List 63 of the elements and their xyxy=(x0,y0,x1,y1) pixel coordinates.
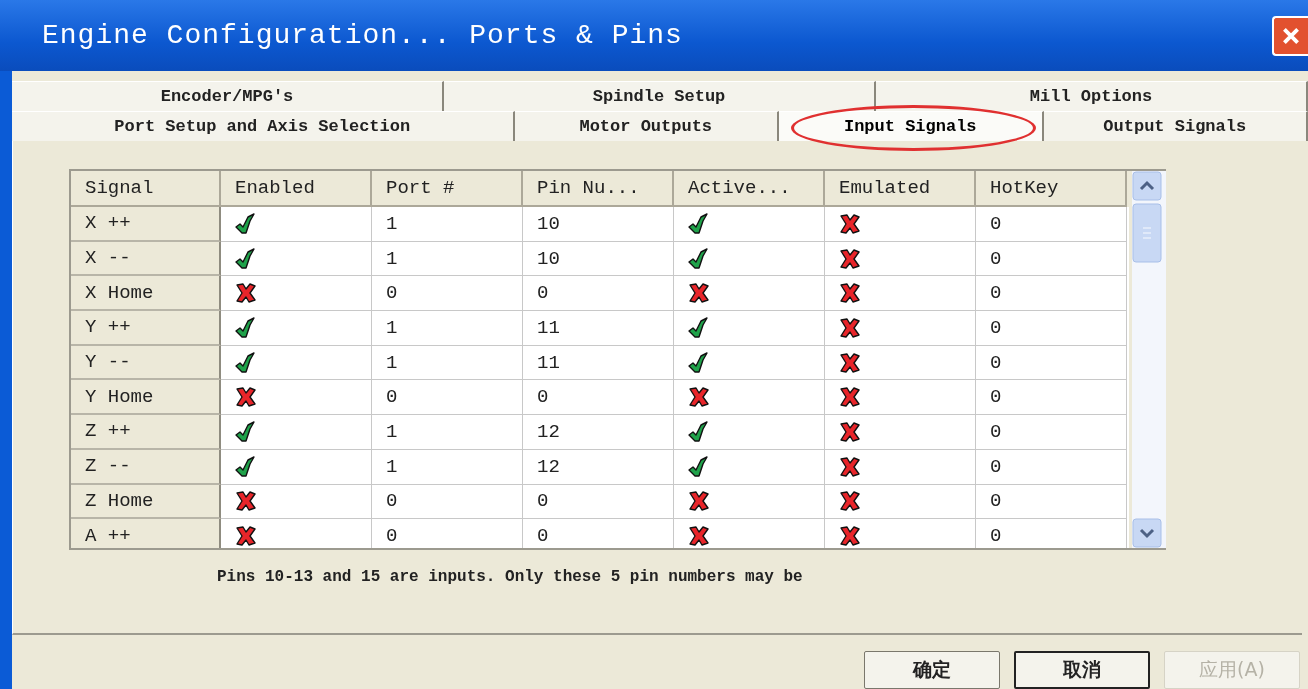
table-cell: 1 xyxy=(386,212,398,235)
table-cell: 12 xyxy=(537,420,560,443)
row-header[interactable]: A ++ xyxy=(71,519,221,548)
table-cell: 1 xyxy=(386,420,398,443)
row-header[interactable]: X ++ xyxy=(71,207,221,242)
row-header[interactable]: Z Home xyxy=(71,484,221,520)
column-header[interactable]: Signal xyxy=(71,171,221,207)
table-cell: 10 xyxy=(537,212,560,235)
column-header[interactable]: Active... xyxy=(674,171,825,207)
table-cell: 0 xyxy=(990,525,1002,548)
row-header[interactable]: Z -- xyxy=(71,449,221,485)
table-cell: 11 xyxy=(537,351,560,374)
tab[interactable]: Motor Outputs xyxy=(514,111,779,141)
table-cell: 12 xyxy=(537,455,560,478)
row-header[interactable]: Y ++ xyxy=(71,311,221,346)
close-button[interactable] xyxy=(1272,15,1308,56)
table-cell: 1 xyxy=(386,351,398,374)
row-header[interactable]: X -- xyxy=(71,241,221,277)
table-cell: 0 xyxy=(990,282,1002,305)
table-cell: 0 xyxy=(386,490,398,513)
row-header[interactable]: Y Home xyxy=(71,380,221,416)
table-cell: 1 xyxy=(386,455,398,478)
tab[interactable]: Encoder/MPG's xyxy=(12,81,444,111)
column-header[interactable]: Port # xyxy=(372,171,523,207)
table-cell: 11 xyxy=(537,316,560,339)
table-cell: 0 xyxy=(990,351,1002,374)
dialog-button[interactable]: 确定 xyxy=(864,651,1000,689)
table-cell: 0 xyxy=(990,455,1002,478)
table-cell: 10 xyxy=(537,247,560,270)
table-cell: 0 xyxy=(990,212,1002,235)
table-cell: 0 xyxy=(537,525,549,548)
row-header[interactable]: Z ++ xyxy=(71,415,221,450)
row-header[interactable]: X Home xyxy=(71,276,221,312)
table-cell: 0 xyxy=(537,490,549,513)
table-cell: 0 xyxy=(537,282,549,305)
table-cell: 0 xyxy=(386,386,398,409)
tab[interactable]: Spindle Setup xyxy=(444,81,876,111)
scroll-thumb[interactable] xyxy=(1132,203,1162,263)
scroll-up-button[interactable] xyxy=(1132,171,1162,201)
table-cell: 0 xyxy=(386,282,398,305)
table-cell: 0 xyxy=(990,420,1002,443)
scroll-down-button[interactable] xyxy=(1132,518,1162,548)
table-cell: 1 xyxy=(386,316,398,339)
table-cell: 0 xyxy=(990,386,1002,409)
table-cell: 0 xyxy=(990,490,1002,513)
window-title: Engine Configuration... Ports & Pins xyxy=(41,20,683,51)
tab[interactable]: Port Setup and Axis Selection xyxy=(12,111,515,141)
table-cell: 0 xyxy=(990,247,1002,270)
tab[interactable]: Output Signals xyxy=(1043,111,1308,141)
row-header[interactable]: Y -- xyxy=(71,345,221,381)
column-header[interactable]: Enabled xyxy=(221,171,372,207)
tab[interactable]: Mill Options xyxy=(876,81,1308,111)
hint-text: Pins 10-13 and 15 are inputs. Only these 5 pin numbers may be xyxy=(216,567,804,586)
table-cell: 1 xyxy=(386,247,398,270)
tab[interactable]: Input Signals xyxy=(779,111,1044,141)
column-header[interactable]: Pin Nu... xyxy=(523,171,674,207)
table-cell: 0 xyxy=(386,525,398,548)
column-header[interactable]: HotKey xyxy=(976,171,1127,207)
scrollbar[interactable] xyxy=(1132,171,1166,548)
table-cell: 0 xyxy=(990,316,1002,339)
column-header[interactable]: Emulated xyxy=(825,171,976,207)
dialog-button[interactable]: 取消 xyxy=(1014,651,1150,689)
table-cell: 0 xyxy=(537,386,549,409)
